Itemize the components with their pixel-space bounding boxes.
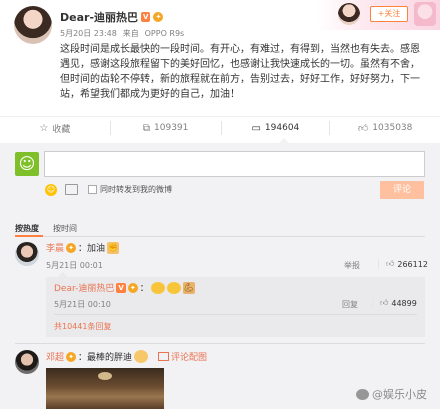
reply-text: ：: [139, 284, 149, 294]
comment-row: 李晨 ✦ ：加油 ✊: [46, 241, 120, 254]
watermark-text: @娱乐小皮: [372, 388, 427, 401]
comment-input[interactable]: [44, 151, 425, 177]
reply-row: Dear-迪丽热巴 V ✦ ： 💪︎: [54, 281, 195, 294]
cheer-emoji-icon: [150, 281, 165, 294]
like-button[interactable]: 👍︎ 1035038: [330, 122, 440, 134]
reply-time: 5月21日 00:10: [54, 300, 111, 309]
image-light-icon: [98, 372, 112, 380]
vip-badge-icon: V: [141, 12, 151, 22]
poster-username[interactable]: Dear-迪丽热巴: [60, 9, 138, 25]
comment-text: ：加油: [78, 244, 106, 254]
reply-pointer: [58, 272, 68, 277]
view-all-replies-link[interactable]: 共10441条回复: [54, 321, 111, 332]
post-meta: 5月20日 23:48 来自 OPPO R9s: [60, 28, 184, 39]
comment-like-button[interactable]: 👍︎ 266112: [378, 259, 428, 269]
repost-icon: ⧉: [142, 122, 151, 134]
comment-text: ：最棒的胖迪: [78, 353, 133, 363]
commenter-name[interactable]: 李晨: [46, 241, 64, 254]
emoji-icon[interactable]: ☺: [45, 184, 57, 196]
report-link[interactable]: 举报: [344, 260, 360, 271]
comments-divider: [15, 343, 425, 344]
like-separator: [378, 259, 379, 269]
submit-comment-button[interactable]: 评论: [380, 181, 424, 199]
muscle-emoji-icon: 💪︎: [182, 281, 195, 294]
my-avatar: ☺: [15, 152, 39, 176]
post-text: 这段时间是成长最快的一段时间。有开心，有难过，有得到，当然也有失去。感恩遇见，感…: [60, 44, 420, 100]
post-time[interactable]: 5月20日 23:48: [60, 29, 117, 38]
favorite-label: 收藏: [52, 124, 71, 135]
reply-user[interactable]: Dear-迪丽热巴: [54, 281, 114, 294]
thumbs-up-icon: 👍︎: [386, 259, 395, 268]
poster-avatar[interactable]: [14, 6, 52, 44]
reply-reply-link[interactable]: 回复: [342, 299, 358, 310]
star-icon: ☆: [39, 122, 49, 134]
comment-button[interactable]: ▭ 194604: [222, 123, 330, 134]
repost-checkbox-label: 同时转发到我的微博: [100, 185, 172, 194]
thumbs-up-icon: 👍︎: [357, 123, 369, 134]
poster-name-row: Dear-迪丽热巴 V ✦: [60, 9, 164, 25]
reply-like-button[interactable]: 👍︎ 44899: [372, 298, 417, 308]
tab-hot[interactable]: 按热度: [15, 223, 39, 234]
repost-checkbox[interactable]: [88, 185, 97, 194]
action-bar: ☆ 收藏 ⧉ 109391 ▭ 194604 👍︎ 1035038: [0, 117, 440, 139]
source-device[interactable]: OPPO R9s: [145, 29, 185, 38]
repost-button[interactable]: ⧉ 109391: [111, 123, 221, 134]
comment-image[interactable]: [46, 368, 164, 409]
source-prefix: 来自: [122, 29, 139, 38]
favorite-button[interactable]: ☆ 收藏: [0, 122, 110, 135]
comment-icon: ▭: [251, 122, 261, 134]
comment-count: 194604: [264, 123, 300, 133]
comment-like-count: 266112: [397, 259, 428, 269]
like-count: 1035038: [372, 123, 413, 133]
reply-inner-divider: [54, 314, 417, 315]
tab-hot-underline: [15, 235, 43, 237]
cat-emoji-icon: [134, 350, 149, 363]
commenter-name[interactable]: 邓超: [46, 350, 64, 363]
follow-card: +关注: [318, 0, 440, 30]
vip-badge-icon: V: [116, 282, 126, 293]
verified-icon: ✦: [66, 351, 77, 362]
commenter-avatar[interactable]: [15, 242, 39, 266]
follow-button[interactable]: +关注: [370, 6, 408, 22]
repost-count: 109391: [154, 123, 189, 133]
verified-icon: ✦: [153, 12, 164, 22]
commenter-avatar[interactable]: [15, 350, 39, 374]
weibo-logo-icon: [356, 388, 369, 400]
image-icon: [158, 352, 170, 361]
verified-icon: ✦: [66, 242, 77, 253]
comment-row: 邓超 ✦ ：最棒的胖迪 评论配图: [46, 350, 207, 363]
verified-icon: ✦: [127, 282, 138, 293]
reply-like-count: 44899: [391, 298, 417, 308]
tabs-divider: [15, 236, 425, 237]
tab-time[interactable]: 按时间: [53, 223, 77, 234]
thumbs-up-emoji-icon: ✊: [107, 241, 120, 254]
like-separator: [372, 298, 373, 308]
image-icon[interactable]: [65, 184, 78, 195]
follow-avatar: [338, 3, 360, 25]
sort-tabs: 按热度 按时间: [15, 223, 77, 234]
follow-decoration-icon: [414, 2, 436, 26]
watermark: @娱乐小皮: [356, 386, 427, 402]
comment-image-link[interactable]: 评论配图: [171, 350, 207, 363]
comment-time: 5月21日 00:01: [46, 261, 103, 270]
cheer-emoji-icon: [166, 281, 181, 294]
thumbs-up-icon: 👍︎: [380, 298, 389, 307]
